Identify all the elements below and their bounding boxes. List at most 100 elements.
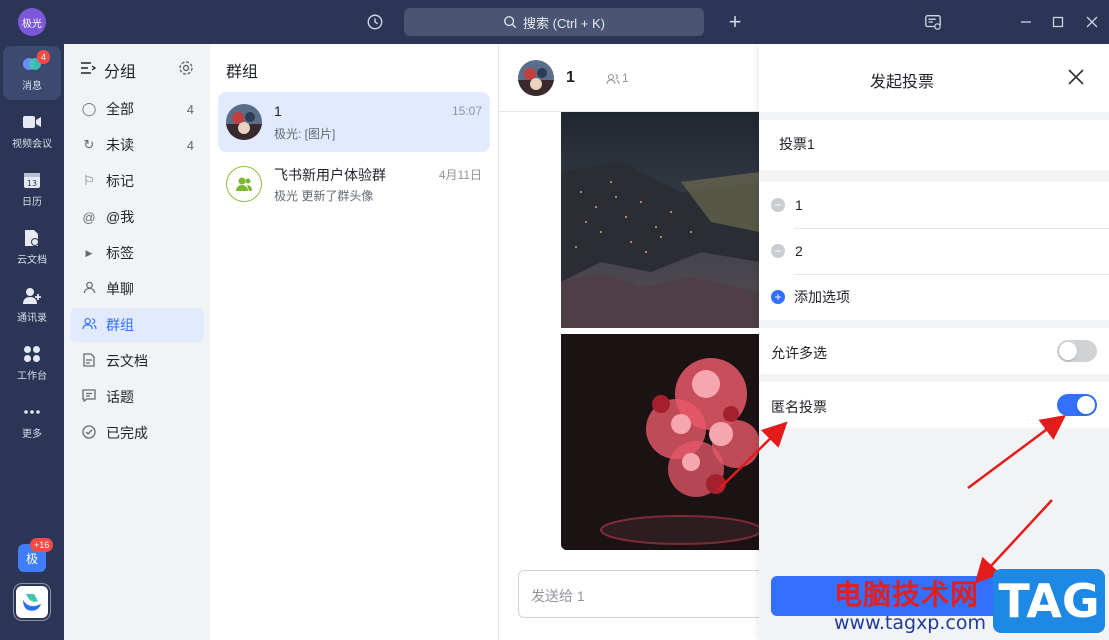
- members-icon: [606, 72, 620, 85]
- flag-icon: ⚐: [83, 173, 95, 188]
- watermark-url: www.tagxp.com: [834, 612, 986, 634]
- minimize-icon[interactable]: [1015, 11, 1037, 33]
- search-icon: [504, 16, 517, 29]
- caret-right-icon: ▶: [85, 247, 93, 258]
- cloud-doc-icon: [22, 228, 42, 248]
- chat-preview: 极光: [图片]: [274, 127, 336, 141]
- sidebar-item-label: 标记: [106, 173, 134, 189]
- chat-name: 飞书新用户体验群: [274, 167, 386, 183]
- sidebar-item-label: 群组: [106, 317, 134, 333]
- check-icon: [80, 424, 98, 442]
- vote-title-input[interactable]: 投票1: [779, 134, 815, 154]
- chat-name: 1: [274, 103, 282, 119]
- person-icon: [80, 281, 98, 297]
- nav-video-meeting[interactable]: 视频会议: [3, 104, 61, 158]
- toggle-knob: [1059, 342, 1077, 360]
- maximize-icon[interactable]: [1047, 11, 1069, 33]
- task-list-icon[interactable]: [922, 11, 944, 33]
- allow-multiple-label: 允许多选: [771, 345, 827, 361]
- sidebar-item-unread[interactable]: ↻ 未读 4: [70, 128, 204, 162]
- add-option-button[interactable]: + 添加选项: [771, 274, 1109, 320]
- member-count: 1: [622, 71, 629, 85]
- at-icon: @: [82, 209, 96, 225]
- sidebar-item-label: 云文档: [106, 353, 148, 369]
- sidebar-item-count: 4: [186, 101, 194, 117]
- allow-multiple-toggle[interactable]: [1057, 340, 1097, 362]
- vote-panel-title: 发起投票: [869, 74, 934, 91]
- remove-option-icon[interactable]: −: [771, 244, 785, 258]
- nav-contacts[interactable]: 通讯录: [3, 278, 61, 332]
- svg-text:13: 13: [27, 179, 37, 188]
- chat-item[interactable]: 飞书新用户体验群 4月11日 极光 更新了群头像: [218, 154, 490, 214]
- chat-image-city[interactable]: [561, 112, 759, 328]
- chat-list-title: 群组: [226, 64, 259, 81]
- sidebar-item-count: 4: [186, 137, 194, 153]
- collapse-icon[interactable]: [80, 61, 98, 75]
- nav-label: 通讯录: [17, 313, 47, 324]
- history-icon[interactable]: [364, 11, 386, 33]
- chat-header-name: 1: [566, 69, 575, 86]
- nav-messages[interactable]: 消息 4: [3, 46, 61, 100]
- nav-more[interactable]: 更多: [3, 394, 61, 448]
- sidebar-item-docs[interactable]: 云文档: [70, 344, 204, 378]
- sidebar-item-topics[interactable]: 话题: [70, 380, 204, 414]
- sidebar-item-label: 未读: [106, 137, 134, 153]
- remove-option-icon[interactable]: −: [771, 198, 785, 212]
- chat-time: 4月11日: [438, 168, 482, 182]
- sidebar-item-flagged[interactable]: ⚐ 标记: [70, 164, 204, 198]
- search-box[interactable]: 搜索 (Ctrl + K): [404, 8, 704, 36]
- sidebar-item-direct[interactable]: 单聊: [70, 272, 204, 306]
- topic-icon: [80, 389, 98, 405]
- nav-label: 云文档: [17, 255, 47, 266]
- unread-icon: ↻: [83, 137, 95, 152]
- nav-label: 消息: [22, 81, 42, 92]
- settings-gear-icon[interactable]: [178, 60, 194, 76]
- close-icon[interactable]: [1067, 68, 1087, 88]
- sidebar-item-all[interactable]: ◯ 全部 4: [70, 92, 204, 126]
- sidebar-item-done[interactable]: 已完成: [70, 416, 204, 450]
- workspace-badge: +16: [30, 538, 54, 552]
- vote-option[interactable]: − 1: [771, 182, 1109, 228]
- option-text: 2: [795, 243, 803, 259]
- watermark-logo: TAG: [993, 569, 1105, 633]
- nav-calendar[interactable]: 13 日历: [3, 162, 61, 216]
- contacts-icon: [22, 286, 42, 306]
- sidebar-item-label: 已完成: [106, 425, 148, 441]
- calendar-icon: 13: [22, 170, 42, 190]
- vote-option[interactable]: − 2: [771, 228, 1109, 274]
- sidebar-item-mentions[interactable]: @ @我: [70, 200, 204, 234]
- group-avatar-icon: [226, 166, 262, 202]
- sidebar-item-label: 话题: [106, 389, 134, 405]
- workspace-icon: [22, 344, 42, 364]
- feishu-app-icon[interactable]: [14, 584, 50, 620]
- unread-badge: 4: [37, 50, 51, 64]
- option-text: 1: [795, 197, 803, 213]
- nav-label: 日历: [22, 197, 42, 208]
- nav-label: 视频会议: [12, 139, 52, 150]
- sidebar-item-label: @我: [106, 209, 135, 225]
- chat-time: 15:07: [451, 104, 482, 118]
- search-placeholder: 搜索 (Ctrl + K): [523, 15, 605, 31]
- add-icon[interactable]: +: [724, 9, 746, 34]
- nav-cloud-docs[interactable]: 云文档: [3, 220, 61, 274]
- nav-label: 工作台: [17, 371, 47, 382]
- sidebar-item-label: 单聊: [106, 281, 134, 297]
- video-icon: [22, 112, 42, 132]
- doc-icon: [80, 352, 98, 370]
- nav-workspace[interactable]: 工作台: [3, 336, 61, 390]
- sidebar-item-tags[interactable]: ▶ 标签: [70, 236, 204, 270]
- add-option-label: 添加选项: [794, 289, 850, 305]
- group-avatar: [226, 104, 262, 140]
- chat-header-avatar: [518, 60, 554, 96]
- sidebar-item-label: 标签: [106, 245, 134, 261]
- window-close-icon[interactable]: [1081, 11, 1103, 33]
- sidebar-item-groups[interactable]: 群组: [70, 308, 204, 342]
- watermark-text: 电脑技术网: [834, 578, 980, 611]
- sidebar-title: 分组: [104, 64, 137, 81]
- group-icon: [80, 317, 98, 333]
- chat-item[interactable]: 1 15:07 极光: [图片]: [218, 92, 490, 152]
- more-icon: [22, 402, 42, 422]
- chat-preview: 极光 更新了群头像: [274, 189, 374, 203]
- user-avatar[interactable]: 极光: [18, 8, 46, 36]
- nav-label: 更多: [22, 429, 42, 440]
